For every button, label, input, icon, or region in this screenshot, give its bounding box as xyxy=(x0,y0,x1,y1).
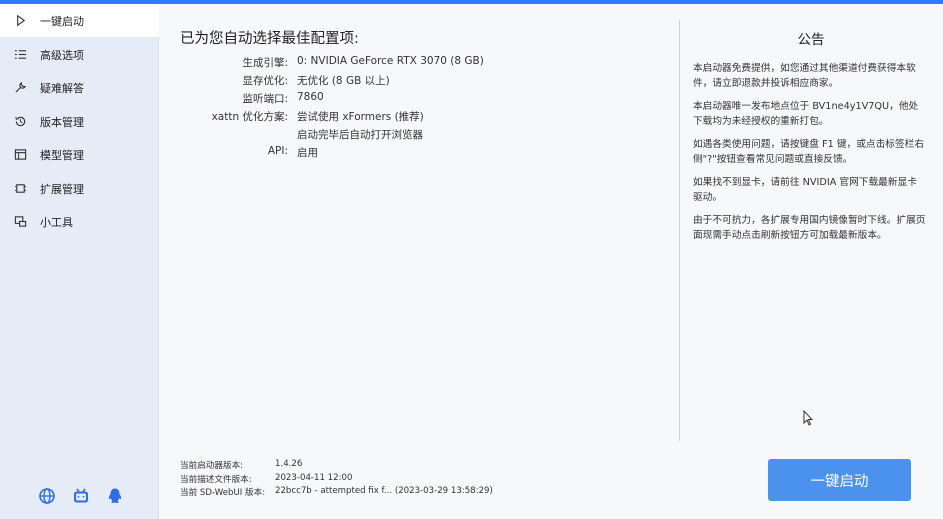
sidebar-item-label: 版本管理 xyxy=(40,115,84,129)
page-title: 已为您自动选择最佳配置项: xyxy=(180,31,359,47)
sidebar-item-troubleshoot[interactable]: 疑难解答 xyxy=(0,71,159,104)
version-value: 22bcc7b - attempted fix f... (2023-03-29… xyxy=(275,486,493,496)
history-icon xyxy=(12,114,28,130)
list-icon xyxy=(12,47,28,63)
config-value: 0: NVIDIA GeForce RTX 3070 (8 GB) xyxy=(297,55,484,67)
wrench-icon xyxy=(12,80,28,96)
version-value: 1.4.26 xyxy=(275,459,303,469)
config-label: API: xyxy=(267,145,288,157)
config-summary: 生成引擎: 0: NVIDIA GeForce RTX 3070 (8 GB) … xyxy=(180,53,660,161)
sidebar-item-tools[interactable]: 小工具 xyxy=(0,205,159,238)
config-label: 监听端口: xyxy=(242,93,288,105)
notice-title: 公告 xyxy=(797,32,825,48)
config-value: 启用 xyxy=(297,147,318,159)
mouse-cursor-icon xyxy=(803,410,813,426)
sidebar-item-label: 一键启动 xyxy=(40,14,84,28)
sidebar-item-models[interactable]: 模型管理 xyxy=(0,138,159,171)
tools-icon xyxy=(12,214,28,230)
config-row-xattn: xattn 优化方案: 尝试使用 xFormers (推荐) xyxy=(180,107,660,125)
qq-icon[interactable] xyxy=(105,486,125,506)
window-icon xyxy=(12,147,28,163)
config-row-browser: 启动完毕后自动打开浏览器 xyxy=(180,125,660,143)
sidebar-item-versions[interactable]: 版本管理 xyxy=(0,105,159,138)
main-panel: 已为您自动选择最佳配置项: 生成引擎: 0: NVIDIA GeForce RT… xyxy=(160,4,943,519)
notice-paragraph: 如遇各类使用问题，请按键盘 F1 键，或点击标签栏右侧"?"按钮查看常见问题或直… xyxy=(693,139,925,165)
version-label: 当前描述文件版本: xyxy=(180,474,252,485)
sidebar-item-label: 扩展管理 xyxy=(40,182,84,196)
config-value: 7860 xyxy=(297,91,324,103)
notice-paragraph: 本启动器唯一发布地点位于 BV1ne4y1V7QU，他处下载均为未经授权的重新打… xyxy=(693,101,919,127)
version-label: 当前 SD-WebUI 版本: xyxy=(180,488,266,498)
notice-paragraph: 如果找不到显卡，请前往 NVIDIA 官网下载最新显卡驱动。 xyxy=(693,177,917,203)
bilibili-icon[interactable] xyxy=(71,486,91,506)
config-label: xattn 优化方案: xyxy=(211,111,288,123)
sidebar-item-label: 小工具 xyxy=(40,215,73,229)
config-value: 启动完毕后自动打开浏览器 xyxy=(297,129,423,141)
notice-paragraph: 由于不可抗力，各扩展专用国内镜像暂时下线。扩展页面现需手动点击刷新按钮方可加载最… xyxy=(693,215,926,241)
version-value: 2023-04-11 12:00 xyxy=(275,472,353,483)
globe-icon[interactable] xyxy=(37,486,57,506)
notice-panel: 公告 本启动器免费提供，如您通过其他渠道付费获得本软件，请立即退款并投诉相应商家… xyxy=(676,28,926,252)
version-label: 当前启动器版本: xyxy=(180,461,244,471)
sidebar-item-advanced[interactable]: 高级选项 xyxy=(0,38,159,71)
notice-paragraph: 本启动器免费提供，如您通过其他渠道付费获得本软件，请立即退款并投诉相应商家。 xyxy=(693,63,916,89)
sidebar-item-launch[interactable]: 一键启动 xyxy=(0,4,159,37)
chip-icon xyxy=(12,181,28,197)
sidebar-item-label: 疑难解答 xyxy=(40,81,84,95)
config-row-vram: 显存优化: 无优化 (8 GB 以上) xyxy=(180,71,660,89)
config-row-engine: 生成引擎: 0: NVIDIA GeForce RTX 3070 (8 GB) xyxy=(180,53,660,71)
config-value: 无优化 (8 GB 以上) xyxy=(297,75,390,87)
sidebar-item-extensions[interactable]: 扩展管理 xyxy=(0,172,159,205)
sidebar-item-label: 模型管理 xyxy=(40,148,84,162)
config-label: 生成引擎: xyxy=(242,57,288,69)
sidebar-item-label: 高级选项 xyxy=(40,48,84,62)
launch-button[interactable]: 一键启动 xyxy=(768,459,911,501)
play-icon xyxy=(12,13,28,29)
sidebar: 一键启动 高级选项 疑难解答 版本管理 模型管理 扩展管理 小工具 xyxy=(0,4,159,519)
sidebar-bottom-links xyxy=(37,486,125,506)
config-label: 显存优化: xyxy=(242,75,288,87)
config-row-api: API: 启用 xyxy=(180,143,660,161)
config-row-port: 监听端口: 7860 xyxy=(180,89,660,107)
config-value: 尝试使用 xFormers (推荐) xyxy=(297,111,424,123)
